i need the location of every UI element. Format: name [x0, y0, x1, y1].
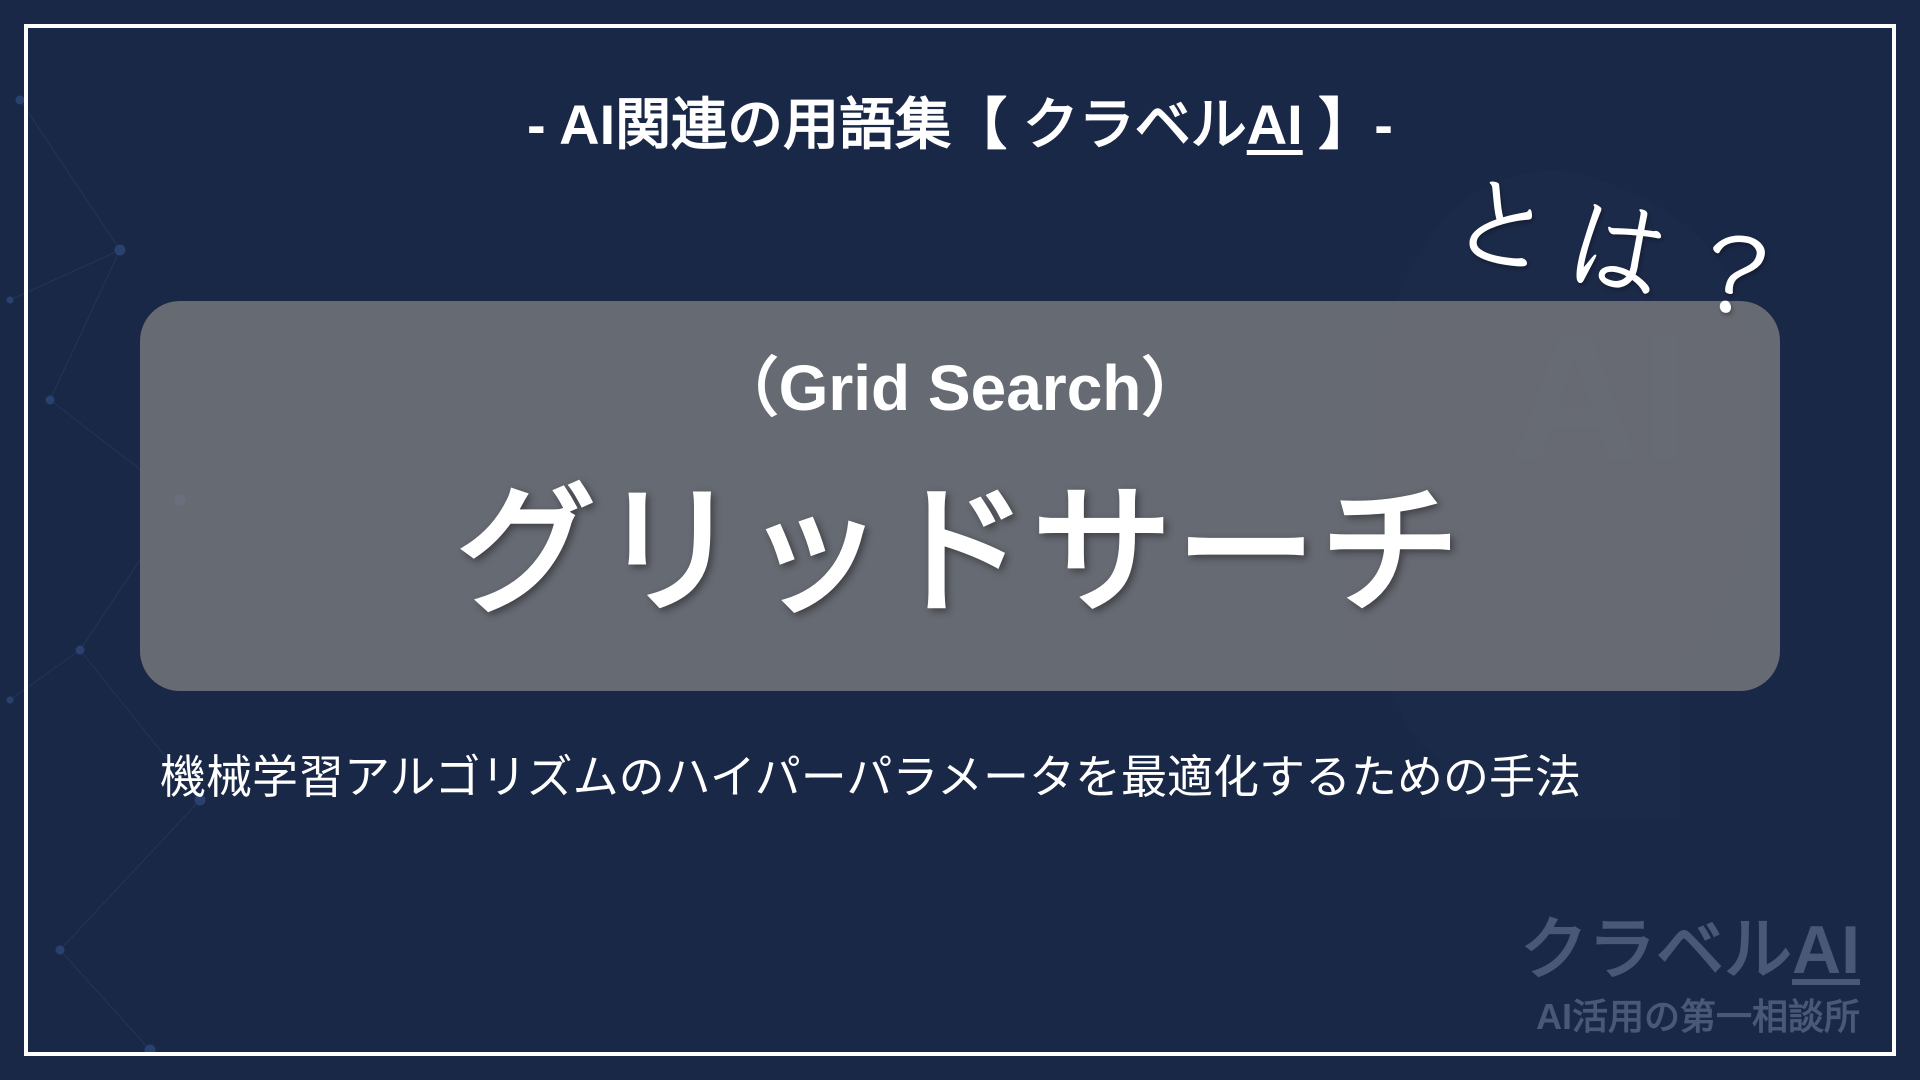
- header-ai-text: AI: [1247, 93, 1303, 156]
- content-area: - AI関連の用語集【 クラベルAI 】- とは？ （Grid Search） …: [0, 0, 1920, 1080]
- term-english: （Grid Search）: [200, 337, 1720, 429]
- brand-prefix: クラベル: [1520, 912, 1792, 988]
- term-description: 機械学習アルゴリズムのハイパーパラメータを最適化するための手法: [160, 741, 1820, 807]
- header-suffix: 】-: [1303, 93, 1393, 156]
- term-container: とは？ （Grid Search） グリッドサーチ: [100, 301, 1820, 691]
- brand-ai: AI: [1792, 912, 1860, 988]
- header-prefix: - AI関連の用語集【 クラベル: [527, 93, 1247, 156]
- term-box: （Grid Search） グリッドサーチ: [140, 301, 1780, 691]
- term-japanese: グリッドサーチ: [200, 439, 1720, 641]
- brand-tagline: AI活用の第一相談所: [1520, 988, 1860, 1040]
- branding-block: クラベルAI AI活用の第一相談所: [1520, 894, 1860, 1040]
- brand-name: クラベルAI: [1520, 894, 1860, 993]
